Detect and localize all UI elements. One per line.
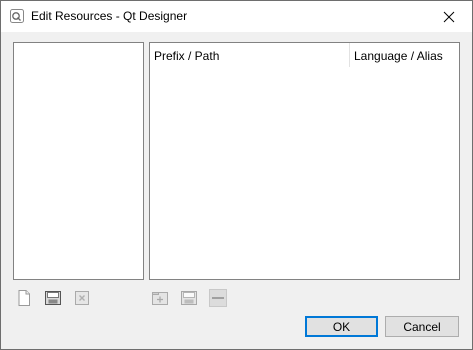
remove-icon [209, 289, 227, 307]
open-resource-file-button[interactable] [43, 288, 63, 308]
column-header-prefix-path[interactable]: Prefix / Path [154, 49, 219, 63]
open-file-icon [45, 291, 61, 305]
add-prefix-icon [152, 292, 168, 305]
title-bar: Edit Resources - Qt Designer [1, 1, 472, 32]
close-button[interactable] [426, 1, 472, 32]
qrc-file-list[interactable] [13, 42, 144, 280]
column-divider[interactable] [349, 43, 350, 67]
close-icon [443, 11, 455, 22]
add-files-button[interactable] [179, 288, 199, 308]
edit-resources-dialog: Edit Resources - Qt Designer Prefix / Pa… [0, 0, 473, 350]
window-title: Edit Resources - Qt Designer [31, 9, 188, 23]
remove-button[interactable] [208, 288, 228, 308]
new-resource-file-button[interactable] [14, 288, 34, 308]
remove-file-icon [75, 291, 89, 305]
column-header-language-alias[interactable]: Language / Alias [354, 49, 443, 63]
cancel-button[interactable]: Cancel [385, 316, 459, 337]
ok-button[interactable]: OK [305, 316, 378, 337]
resource-tree-header: Prefix / Path Language / Alias [150, 43, 459, 67]
add-prefix-button[interactable] [150, 288, 170, 308]
add-files-icon [181, 291, 197, 305]
new-file-icon [18, 290, 30, 306]
resource-tree[interactable]: Prefix / Path Language / Alias [149, 42, 460, 280]
remove-resource-file-button[interactable] [72, 288, 92, 308]
qt-designer-icon [10, 9, 24, 23]
